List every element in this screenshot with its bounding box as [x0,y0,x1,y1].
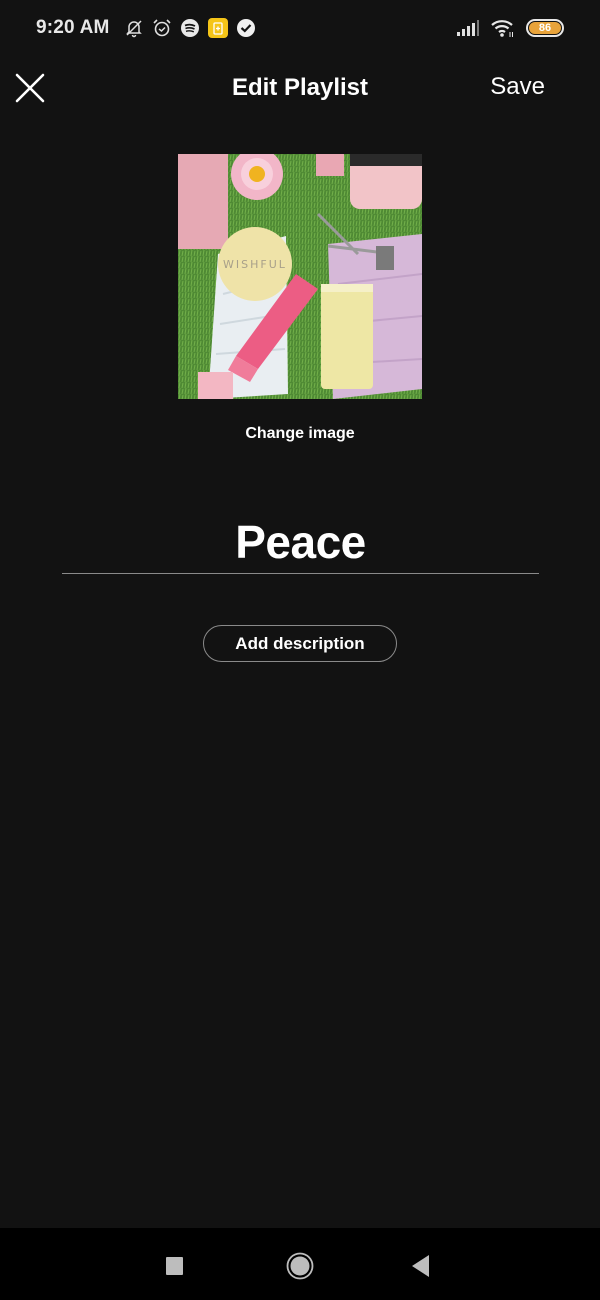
status-left: 9:20 AM [36,17,256,39]
circle-icon [286,1252,314,1280]
playlist-name-field[interactable] [62,512,539,574]
change-image-button[interactable]: Change image [0,425,600,443]
cover-artwork: WISHFUL [178,154,422,399]
battery-indicator: 86 [526,18,564,37]
status-bar: 9:20 AM 86 [0,0,600,55]
triangle-back-icon [412,1255,429,1277]
close-button[interactable] [14,72,46,104]
playlist-name-input[interactable] [62,512,539,572]
status-time: 9:20 AM [36,16,110,38]
svg-text:WISHFUL: WISHFUL [223,258,287,271]
recents-button[interactable] [157,1248,193,1284]
save-button[interactable]: Save [490,73,545,101]
check-circle-icon [236,18,256,38]
back-button[interactable] [404,1248,440,1284]
signal-icon [456,18,480,38]
close-icon [15,73,45,103]
header: Edit Playlist Save [0,60,600,116]
status-right: 86 [456,18,564,38]
system-nav-bar [0,1228,600,1300]
alarm-icon [152,18,172,38]
wifi-icon [490,18,516,38]
notes-app-icon [207,17,228,38]
add-description-button[interactable]: Add description [203,625,397,662]
playlist-cover-image[interactable]: WISHFUL [178,154,422,399]
home-button[interactable] [282,1248,318,1284]
spotify-icon [180,18,200,38]
battery-level: 86 [529,21,561,34]
bell-off-icon [124,18,144,38]
square-icon [166,1257,183,1275]
